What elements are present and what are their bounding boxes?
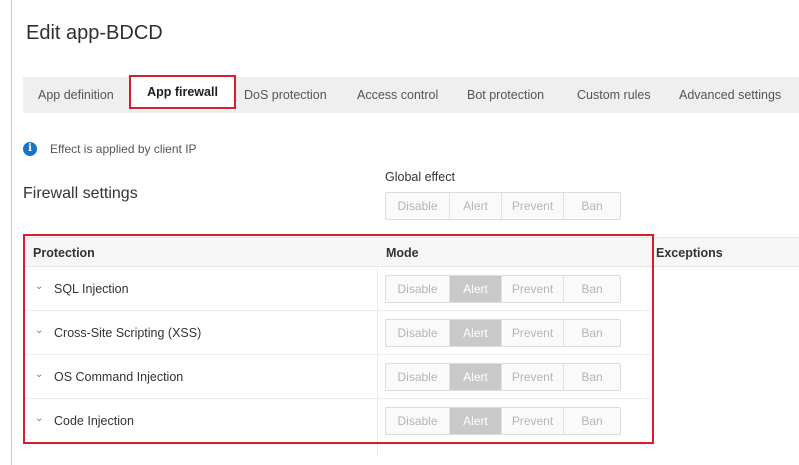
global-effect-disable-option[interactable]: Disable bbox=[386, 193, 450, 219]
tab-custom-rules[interactable]: Custom rules bbox=[577, 77, 651, 113]
tab-dos-protection[interactable]: DoS protection bbox=[244, 77, 327, 113]
protection-name: Cross-Site Scripting (XSS) bbox=[54, 326, 202, 340]
mode-alert-option[interactable]: Alert bbox=[450, 276, 502, 302]
info-text: Effect is applied by client IP bbox=[50, 142, 197, 156]
global-effect-selector: Disable Alert Prevent Ban bbox=[385, 192, 621, 220]
tab-bar: App definition App firewall DoS protecti… bbox=[23, 76, 799, 113]
mode-disable-option[interactable]: Disable bbox=[386, 276, 450, 302]
tab-access-control[interactable]: Access control bbox=[357, 77, 438, 113]
tab-app-firewall[interactable]: App firewall bbox=[131, 76, 234, 110]
mode-disable-option[interactable]: Disable bbox=[386, 408, 450, 434]
mode-ban-option[interactable]: Ban bbox=[564, 364, 620, 390]
protection-column-header: Protection bbox=[33, 246, 95, 260]
protection-row-os-command-injection: ⌄ OS Command Injection Disable Alert Pre… bbox=[23, 355, 651, 399]
mode-ban-option[interactable]: Ban bbox=[564, 320, 620, 346]
exceptions-column-header: Exceptions bbox=[656, 246, 723, 260]
mode-alert-option[interactable]: Alert bbox=[450, 364, 502, 390]
mode-disable-option[interactable]: Disable bbox=[386, 364, 450, 390]
mode-prevent-option[interactable]: Prevent bbox=[502, 408, 564, 434]
tab-app-definition[interactable]: App definition bbox=[38, 77, 114, 113]
protection-row-code-injection: ⌄ Code Injection Disable Alert Prevent B… bbox=[23, 399, 651, 443]
mode-selector: Disable Alert Prevent Ban bbox=[385, 363, 621, 391]
chevron-down-icon[interactable]: ⌄ bbox=[35, 413, 43, 424]
mode-selector: Disable Alert Prevent Ban bbox=[385, 275, 621, 303]
mode-ban-option[interactable]: Ban bbox=[564, 276, 620, 302]
mode-selector: Disable Alert Prevent Ban bbox=[385, 319, 621, 347]
global-effect-alert-option[interactable]: Alert bbox=[450, 193, 502, 219]
mode-alert-option[interactable]: Alert bbox=[450, 320, 502, 346]
mode-ban-option[interactable]: Ban bbox=[564, 408, 620, 434]
global-effect-prevent-option[interactable]: Prevent bbox=[502, 193, 564, 219]
global-effect-label: Global effect bbox=[385, 170, 455, 184]
page-title: Edit app-BDCD bbox=[26, 22, 163, 44]
mode-column-header: Mode bbox=[386, 246, 419, 260]
protection-row-sql-injection: ⌄ SQL Injection Disable Alert Prevent Ba… bbox=[23, 267, 651, 311]
tab-bot-protection[interactable]: Bot protection bbox=[467, 77, 544, 113]
chevron-down-icon[interactable]: ⌄ bbox=[35, 281, 43, 292]
protection-name: OS Command Injection bbox=[54, 370, 184, 384]
mode-prevent-option[interactable]: Prevent bbox=[502, 276, 564, 302]
tab-advanced-settings[interactable]: Advanced settings bbox=[679, 77, 781, 113]
protection-name: Code Injection bbox=[54, 414, 134, 428]
edit-app-page: Edit app-BDCD App definition App firewal… bbox=[0, 0, 799, 465]
global-effect-ban-option[interactable]: Ban bbox=[564, 193, 620, 219]
chevron-down-icon[interactable]: ⌄ bbox=[35, 325, 43, 336]
mode-selector: Disable Alert Prevent Ban bbox=[385, 407, 621, 435]
protection-name: SQL Injection bbox=[54, 282, 129, 296]
mode-disable-option[interactable]: Disable bbox=[386, 320, 450, 346]
left-divider bbox=[11, 0, 12, 465]
mode-prevent-option[interactable]: Prevent bbox=[502, 320, 564, 346]
section-title: Firewall settings bbox=[23, 185, 138, 202]
chevron-down-icon[interactable]: ⌄ bbox=[35, 369, 43, 380]
table-header: Protection Mode Exceptions bbox=[23, 237, 799, 267]
protection-row-xss: ⌄ Cross-Site Scripting (XSS) Disable Ale… bbox=[23, 311, 651, 355]
mode-alert-option[interactable]: Alert bbox=[450, 408, 502, 434]
info-icon: i bbox=[23, 142, 37, 156]
mode-prevent-option[interactable]: Prevent bbox=[502, 364, 564, 390]
